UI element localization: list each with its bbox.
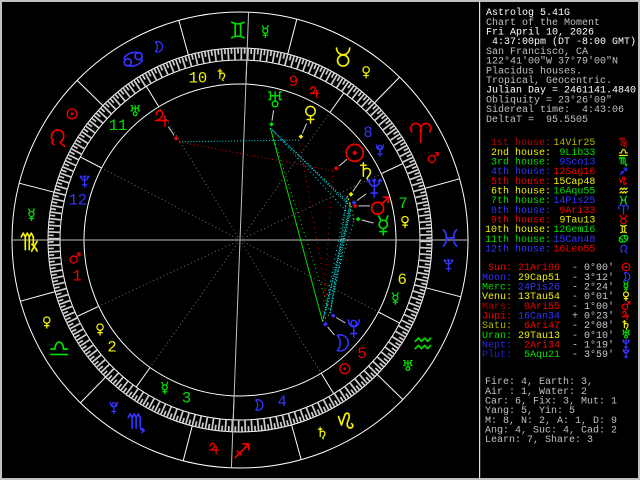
svg-text:1: 1 — [72, 268, 81, 286]
svg-text:11: 11 — [109, 117, 128, 135]
svg-text:3: 3 — [182, 389, 191, 407]
svg-text:2: 2 — [107, 339, 116, 357]
svg-text:16Leo55: 16Leo55 — [553, 245, 595, 256]
svg-text:Learn: 7, Share: 3: Learn: 7, Share: 3 — [485, 434, 593, 446]
svg-text:9: 9 — [289, 73, 298, 91]
svg-text:4: 4 — [277, 393, 286, 411]
svg-text:5Aqu21: 5Aqu21 — [518, 350, 560, 361]
svg-text:5: 5 — [357, 345, 366, 363]
svg-text:- 3°59': - 3°59' — [572, 349, 614, 361]
svg-text:12: 12 — [68, 192, 87, 210]
svg-text:8: 8 — [363, 124, 372, 142]
svg-text:10: 10 — [189, 70, 208, 88]
svg-text:Plut:: Plut: — [482, 349, 512, 361]
svg-text:DeltaT = 95.5505: DeltaT = 95.5505 — [486, 114, 588, 126]
svg-text:7: 7 — [398, 195, 407, 213]
svg-text:12th house:: 12th house: — [485, 244, 551, 256]
svg-text:6: 6 — [398, 271, 407, 289]
